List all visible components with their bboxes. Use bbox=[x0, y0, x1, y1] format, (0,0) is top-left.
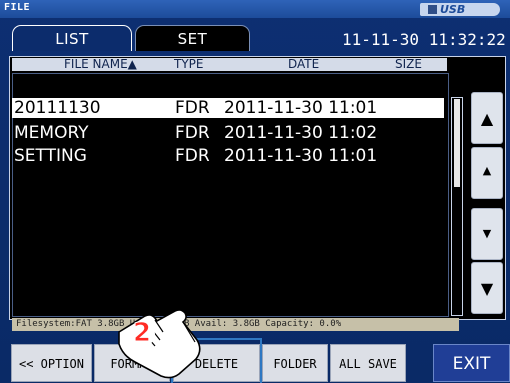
file-type: FDR bbox=[175, 146, 210, 166]
page-down-button[interactable]: ▼ bbox=[471, 262, 503, 314]
scroll-up-button[interactable]: ▲ bbox=[471, 147, 503, 199]
folder-button[interactable]: FOLDER bbox=[262, 344, 328, 382]
column-header-size[interactable]: SIZE bbox=[395, 58, 422, 71]
file-row-1[interactable]: MEMORY FDR 2011-11-30 11:02 bbox=[12, 123, 444, 143]
clock: 11-11-30 11:32:22 bbox=[342, 30, 506, 49]
file-type: FDR bbox=[175, 123, 210, 143]
up-icon: ▲ bbox=[482, 164, 492, 177]
tab-list[interactable]: LIST bbox=[12, 25, 132, 51]
file-type: FDR bbox=[175, 98, 210, 118]
screen: FILE USB LIST SET 11-11-30 11:32:22 FILE… bbox=[0, 0, 510, 383]
scroll-down-button[interactable]: ▼ bbox=[471, 208, 503, 260]
usb-label: USB bbox=[440, 3, 466, 16]
option-button[interactable]: << OPTION bbox=[11, 344, 92, 382]
file-date: 2011-11-30 11:01 bbox=[224, 98, 378, 118]
exit-button[interactable]: EXIT bbox=[433, 344, 510, 382]
file-row-0[interactable]: 20111130 FDR 2011-11-30 11:01 bbox=[12, 98, 444, 118]
file-date: 2011-11-30 11:02 bbox=[224, 123, 378, 143]
column-header-name[interactable]: FILE NAME▲ bbox=[64, 58, 137, 71]
file-date: 2011-11-30 11:01 bbox=[224, 146, 378, 166]
file-name: MEMORY bbox=[14, 123, 89, 143]
filesystem-status: Filesystem:FAT 3.8GB Used: 392KB Avail: … bbox=[12, 318, 459, 331]
file-row-2[interactable]: SETTING FDR 2011-11-30 11:01 bbox=[12, 146, 444, 166]
step-number: 2 bbox=[132, 318, 152, 349]
sd-card-icon bbox=[428, 5, 437, 14]
down-icon: ▼ bbox=[482, 227, 492, 240]
tab-set[interactable]: SET bbox=[135, 25, 250, 51]
title-bar: FILE USB bbox=[0, 0, 510, 18]
window-title: FILE bbox=[4, 2, 31, 13]
file-name: 20111130 bbox=[14, 98, 101, 118]
page-up-icon: ▲ bbox=[480, 109, 494, 128]
page-up-button[interactable]: ▲ bbox=[471, 92, 503, 144]
scrollbar-thumb[interactable] bbox=[454, 99, 460, 187]
column-header-type[interactable]: TYPE bbox=[174, 58, 203, 71]
column-header-bar: FILE NAME▲ TYPE DATE SIZE bbox=[12, 58, 447, 71]
page-down-icon: ▼ bbox=[480, 279, 494, 298]
column-header-date[interactable]: DATE bbox=[288, 58, 319, 71]
file-name: SETTING bbox=[14, 146, 87, 166]
pointing-hand-icon bbox=[118, 309, 201, 379]
all-save-button[interactable]: ALL SAVE bbox=[330, 344, 406, 382]
usb-indicator: USB bbox=[420, 3, 500, 16]
